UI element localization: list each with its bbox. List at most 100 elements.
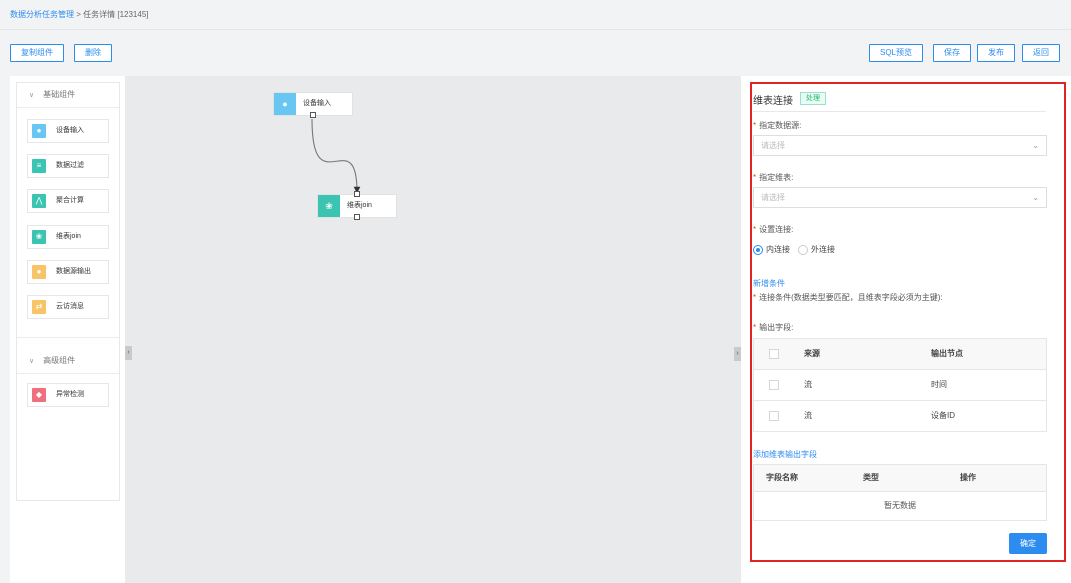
device-input-icon: ● [274,93,296,115]
radio-inner-join-label: 内连接 [766,245,790,254]
breadcrumb-link-task-management[interactable]: 数据分析任务管理 [10,10,74,19]
radio-dot [753,245,763,255]
join-type-label-text: 设置连接: [759,225,794,234]
radio-dot [798,245,808,255]
component-label: 数据过滤 [56,162,84,169]
sql-preview-button[interactable]: SQL预览 [869,44,923,62]
flow-connector [311,118,361,194]
save-button[interactable]: 保存 [933,44,971,62]
group-divider [17,107,119,108]
config-title-divider [753,111,1046,112]
add-condition-link[interactable]: 新增条件 [753,278,785,289]
cloud-message-icon: ⇄ [32,300,46,314]
cell-source: 流 [804,380,812,389]
output-fields-table: 来源 输出节点 流 时间 流 设备ID [753,338,1047,432]
table-header-row: 来源 输出节点 [754,339,1046,370]
datasource-label: * 指定数据源: [753,120,801,131]
chevron-down-icon: ∨ [29,358,35,365]
component-label: 设备输入 [56,127,84,134]
required-asterisk: * [753,121,757,130]
output-fields-label-text: 输出字段: [759,323,794,332]
config-title: 维表连接 [753,96,793,107]
datasource-output-icon: ● [32,265,46,279]
add-dimension-output-link[interactable]: 添加维表输出字段 [753,449,817,460]
dimension-join-icon: ❀ [318,195,340,217]
row-checkbox[interactable] [769,380,779,390]
required-asterisk: * [753,323,757,332]
required-asterisk: * [753,293,757,302]
join-type-label: * 设置连接: [753,224,793,235]
group-advanced-header[interactable]: ∨ 高级组件 [17,349,119,373]
header-divider [0,29,1071,30]
column-header-output-node: 输出节点 [931,349,963,358]
device-input-icon: ● [32,124,46,138]
output-port[interactable] [310,112,316,118]
component-label: 数据源输出 [56,268,91,275]
column-header-type: 类型 [863,473,879,482]
component-anomaly-detect[interactable]: ◆ 异常检测 [27,383,109,407]
confirm-button[interactable]: 确定 [1009,533,1047,554]
join-condition-note-text: 连接条件(数据类型要匹配，且维表字段必须为主键): [759,293,943,302]
connector-line [311,118,361,194]
component-data-filter[interactable]: ≡ 数据过滤 [27,154,109,178]
publish-button[interactable]: 发布 [977,44,1015,62]
group-basic-label: 基础组件 [43,90,76,99]
group-divider [17,337,119,338]
component-label: 云访消息 [56,303,84,310]
cell-output-node: 设备ID [931,411,955,420]
column-header-source: 来源 [804,349,820,358]
component-datasource-output[interactable]: ● 数据源输出 [27,260,109,284]
chevron-down-icon: ∨ [29,92,35,99]
datasource-label-text: 指定数据源: [759,121,802,130]
component-aggregate[interactable]: ⋀ 聚合计算 [27,189,109,213]
breadcrumb: 数据分析任务管理 > 任务详情 [123145] [10,9,149,20]
component-label: 维表join [56,233,81,240]
component-dimension-join[interactable]: ❀ 维表join [27,225,109,249]
component-label: 聚合计算 [56,197,84,204]
select-all-checkbox[interactable] [769,349,779,359]
table-header-row: 字段名称 类型 操作 [754,465,1046,492]
component-cloud-message[interactable]: ⇄ 云访消息 [27,295,109,319]
flow-canvas[interactable]: ‹ › ● 设备输入 ❀ 维表join [125,76,741,583]
chevron-down-icon: ⌄ [1032,141,1039,150]
component-device-input[interactable]: ● 设备输入 [27,119,109,143]
join-condition-note: * 连接条件(数据类型要匹配，且维表字段必须为主键): [753,292,943,303]
dimension-join-icon: ❀ [32,230,46,244]
breadcrumb-current: 任务详情 [123145] [83,10,149,19]
copy-component-button[interactable]: 复制组件 [10,44,64,62]
delete-button[interactable]: 删除 [74,44,112,62]
cell-output-node: 时间 [931,380,947,389]
row-checkbox[interactable] [769,411,779,421]
component-palette: ∨ 基础组件 ● 设备输入 ≡ 数据过滤 ⋀ 聚合计算 ❀ 维表join ● 数据… [10,76,125,583]
group-basic-header[interactable]: ∨ 基础组件 [17,83,119,107]
table-row[interactable]: 流 设备ID [754,401,1046,432]
chevron-down-icon: ⌄ [1032,193,1039,202]
table-row[interactable]: 流 时间 [754,370,1046,401]
group-divider [17,373,119,374]
component-label: 异常检测 [56,391,84,398]
empty-state-text: 暂无数据 [884,501,916,510]
dimtable-select[interactable]: 请选择 ⌄ [753,187,1047,208]
column-header-action: 操作 [960,473,976,482]
dimtable-label: * 指定维表: [753,172,793,183]
input-port[interactable] [354,191,360,197]
dimtable-placeholder: 请选择 [761,193,785,202]
column-header-field-name: 字段名称 [766,473,798,482]
cell-source: 流 [804,411,812,420]
datasource-placeholder: 请选择 [761,141,785,150]
node-label: 设备输入 [303,100,331,107]
required-asterisk: * [753,225,757,234]
config-type-tag: 处理 [800,92,826,105]
data-filter-icon: ≡ [32,159,46,173]
datasource-select[interactable]: 请选择 ⌄ [753,135,1047,156]
required-asterisk: * [753,173,757,182]
breadcrumb-separator: > [74,10,84,19]
output-port[interactable] [354,214,360,220]
back-button[interactable]: 返回 [1022,44,1060,62]
anomaly-detect-icon: ◆ [32,388,46,402]
aggregate-icon: ⋀ [32,194,46,208]
dimension-fields-table: 字段名称 类型 操作 暂无数据 [753,464,1047,521]
group-advanced-label: 高级组件 [43,356,76,365]
component-palette-inner: ∨ 基础组件 ● 设备输入 ≡ 数据过滤 ⋀ 聚合计算 ❀ 维表join ● 数据… [16,82,120,501]
dimtable-label-text: 指定维表: [759,173,794,182]
